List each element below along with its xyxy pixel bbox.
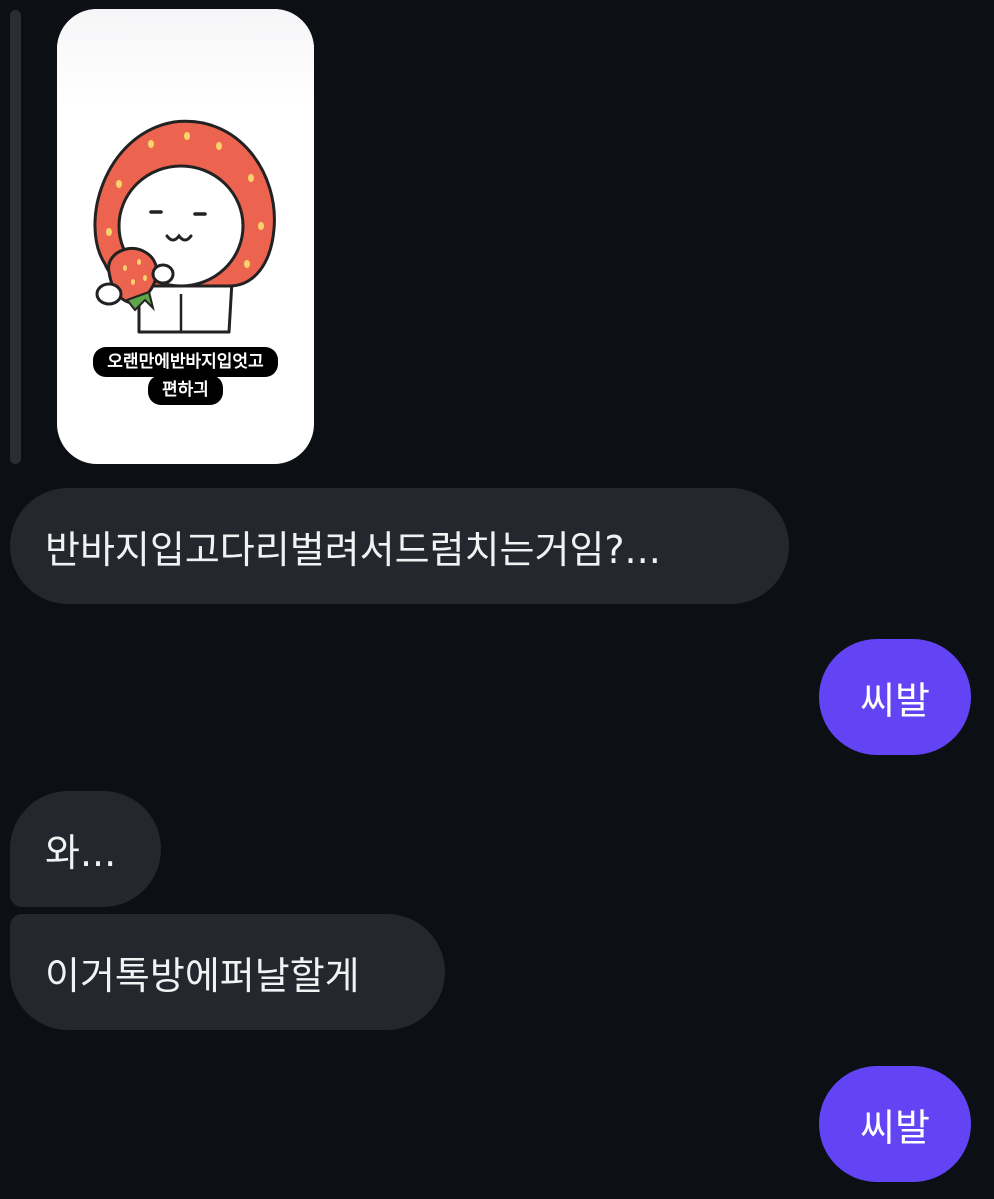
incoming-message-bubble[interactable]: 와... <box>10 791 161 907</box>
message-text: 이거톡방에퍼날할게 <box>45 953 360 998</box>
outgoing-message-bubble[interactable]: 씨발 <box>819 639 971 755</box>
story-top-fade <box>57 9 314 109</box>
message-text: 씨발 <box>860 678 930 723</box>
incoming-message-bubble[interactable]: 이거톡방에퍼날할게 <box>10 914 445 1030</box>
message-text: 씨발 <box>860 1105 930 1150</box>
reply-indicator-bar <box>10 10 21 464</box>
incoming-message-bubble[interactable]: 반바지입고다리벌려서드럼치는거임?... <box>10 488 789 604</box>
story-reply-preview[interactable]: 오랜만에반바지입엇고 편하긔 <box>57 9 314 464</box>
dm-conversation: 오랜만에반바지입엇고 편하긔 반바지입고다리벌려서드럼치는거임?... 씨발 와… <box>0 0 994 1199</box>
story-caption-line-1: 오랜만에반바지입엇고 <box>93 347 278 377</box>
story-caption-line-2: 편하긔 <box>148 375 223 405</box>
message-text: 반바지입고다리벌려서드럼치는거임?... <box>45 527 661 572</box>
message-text: 와... <box>45 830 117 875</box>
story-caption: 오랜만에반바지입엇고 편하긔 <box>57 347 314 405</box>
outgoing-message-bubble[interactable]: 씨발 <box>819 1066 971 1182</box>
strawberry-hood-character-sticker-icon <box>93 119 276 334</box>
